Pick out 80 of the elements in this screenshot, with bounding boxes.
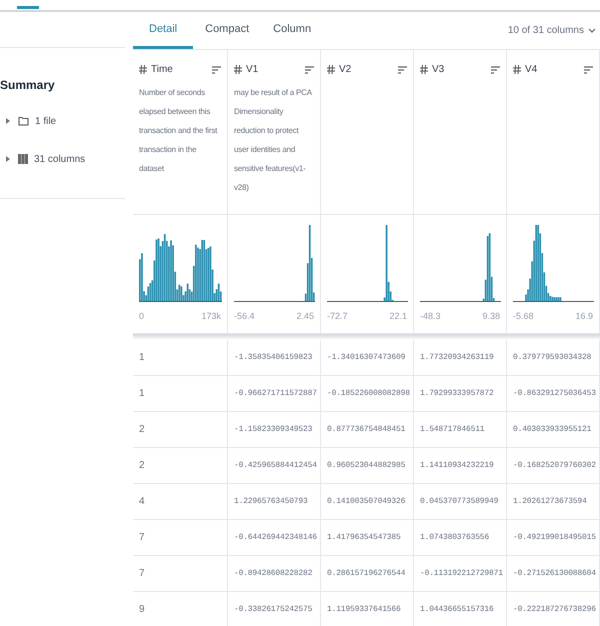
range-max: 16.9 bbox=[575, 310, 593, 323]
sort-icon[interactable] bbox=[305, 66, 314, 74]
table-cell: 1.11959337641566 bbox=[321, 592, 414, 626]
table-cell: 1.77320934263119 bbox=[414, 340, 507, 375]
table-cell: -0.492199018495015 bbox=[507, 520, 600, 555]
column-name: V4 bbox=[525, 63, 538, 77]
range-max: 9.38 bbox=[482, 310, 500, 323]
table-cell: -0.271526130088604 bbox=[507, 556, 600, 591]
view-tab[interactable]: Detail bbox=[133, 12, 194, 49]
table-cell: -0.966271711572887 bbox=[228, 376, 321, 411]
chevron-down-icon[interactable] bbox=[588, 28, 596, 34]
range-min: 0 bbox=[139, 310, 144, 323]
table-cell: 1.79299333957872 bbox=[414, 376, 507, 411]
table-cell: 2 bbox=[133, 412, 228, 447]
table-cell: 4 bbox=[133, 484, 228, 519]
numeric-type-icon bbox=[234, 65, 242, 74]
summary-heading: Summary bbox=[0, 77, 56, 94]
table-cell: 1.41796354547385 bbox=[321, 520, 414, 555]
table-cell: -0.863291275036453 bbox=[507, 376, 600, 411]
table-cell: -0.113192212729871 bbox=[414, 556, 507, 591]
range-min: -48.3 bbox=[420, 310, 441, 323]
table-cell: 7 bbox=[133, 556, 228, 591]
table-cell: 2 bbox=[133, 448, 228, 483]
sort-icon[interactable] bbox=[212, 66, 221, 74]
range-min: -56.4 bbox=[234, 310, 255, 323]
view-tab[interactable]: Column bbox=[261, 12, 324, 49]
numeric-type-icon bbox=[420, 65, 428, 74]
table-cell: 0.286157196276544 bbox=[321, 556, 414, 591]
table-cell: 0.960523044882985 bbox=[321, 448, 414, 483]
range-max: 173k bbox=[201, 310, 221, 323]
column-description: may be result of a PCA Dimensionality reduction to protect user identities and sensitive features(v1-v28) bbox=[234, 87, 313, 194]
table-cell: 0.403033933955121 bbox=[507, 412, 600, 447]
table-icon bbox=[18, 154, 28, 164]
table-cell: 1 bbox=[133, 376, 228, 411]
range-max: 2.45 bbox=[296, 310, 314, 323]
table-cell: 1.04436655157316 bbox=[414, 592, 507, 626]
numeric-type-icon bbox=[513, 65, 521, 74]
table-cell: 0.045370773589949 bbox=[414, 484, 507, 519]
column-name: V2 bbox=[339, 63, 352, 77]
table-cell: 0.379779593034328 bbox=[507, 340, 600, 375]
numeric-type-icon bbox=[327, 65, 335, 74]
range-min: -5.68 bbox=[513, 310, 534, 323]
folder-icon bbox=[18, 116, 29, 126]
table-cell: 1.22965763450793 bbox=[228, 484, 321, 519]
table-cell: -0.168252079760302 bbox=[507, 448, 600, 483]
nav-indicator bbox=[17, 6, 39, 9]
sort-icon[interactable] bbox=[398, 66, 407, 74]
sort-icon[interactable] bbox=[491, 66, 500, 74]
table-cell: -0.425965884412454 bbox=[228, 448, 321, 483]
table-cell: 1.14110934232219 bbox=[414, 448, 507, 483]
table-cell: -1.34016307473609 bbox=[321, 340, 414, 375]
table-cell: 7 bbox=[133, 520, 228, 555]
table-cell: 1 bbox=[133, 340, 228, 375]
table-cell: -1.15823309349523 bbox=[228, 412, 321, 447]
table-cell: -0.89428608228282 bbox=[228, 556, 321, 591]
column-name: V3 bbox=[432, 63, 444, 77]
range-max: 22.1 bbox=[389, 310, 407, 323]
table-cell: -0.185226008082898 bbox=[321, 376, 414, 411]
table-cell: -0.644269442348146 bbox=[228, 520, 321, 555]
expand-caret-icon[interactable] bbox=[4, 117, 12, 125]
column-name: Time bbox=[151, 63, 173, 77]
range-min: -72.7 bbox=[327, 310, 348, 323]
column-count[interactable]: 10 of 31 columns bbox=[508, 23, 584, 38]
column-name: V1 bbox=[246, 63, 258, 77]
view-tab[interactable]: Compact bbox=[193, 12, 262, 49]
expand-caret-icon[interactable] bbox=[4, 155, 12, 163]
table-cell: 0.141003507049326 bbox=[321, 484, 414, 519]
table-cell: 9 bbox=[133, 592, 228, 626]
sidebar-item[interactable]: 1 file bbox=[35, 114, 56, 128]
sort-icon[interactable] bbox=[584, 66, 593, 74]
table-cell: 1.20261273673594 bbox=[507, 484, 600, 519]
numeric-type-icon bbox=[139, 65, 147, 74]
table-cell: -0.222187276738296 bbox=[507, 592, 600, 626]
table-cell: -0.33826175242575 bbox=[228, 592, 321, 626]
table-cell: 1.548717846511 bbox=[414, 412, 507, 447]
table-cell: -1.35835406159823 bbox=[228, 340, 321, 375]
sidebar-item[interactable]: 31 columns bbox=[34, 152, 86, 166]
table-cell: 1.0743803763556 bbox=[414, 520, 507, 555]
column-description: Number of seconds elapsed between this transaction and the first transaction in the dataset bbox=[139, 87, 218, 175]
table-cell: 0.877736754848451 bbox=[321, 412, 414, 447]
